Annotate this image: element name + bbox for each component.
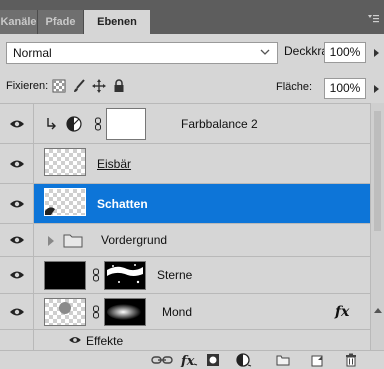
visibility-toggle[interactable] xyxy=(0,144,34,183)
visibility-toggle[interactable] xyxy=(0,104,34,143)
layer-name[interactable]: Vordergrund xyxy=(101,232,167,248)
layer-name[interactable]: Schatten xyxy=(97,196,148,212)
panel-menu-icon[interactable] xyxy=(366,12,380,26)
adjustment-icon xyxy=(66,116,82,135)
layers-list: Farbbalance 2 Eisbär Schatten Vordergrun… xyxy=(0,103,384,350)
add-mask-icon[interactable] xyxy=(206,353,220,367)
layer-name[interactable]: Eisbär xyxy=(97,156,131,172)
layer-row-sterne[interactable]: Sterne xyxy=(0,256,370,293)
layer-mask-thumbnail[interactable] xyxy=(104,261,146,290)
panel-tab-bar: Kanäle Pfade Ebenen xyxy=(0,0,384,34)
layer-thumbnail[interactable] xyxy=(44,188,86,216)
link-layers-icon[interactable] xyxy=(151,353,173,367)
folder-icon xyxy=(63,233,83,251)
clip-arrow-icon xyxy=(46,117,56,134)
layer-row-schatten[interactable]: Schatten xyxy=(0,183,370,223)
layer-row-eisbaer[interactable]: Eisbär xyxy=(0,143,370,183)
effects-label: Effekte xyxy=(86,334,124,348)
layer-mask-thumbnail[interactable] xyxy=(106,108,146,140)
layer-row-mond[interactable]: Mond fx xyxy=(0,293,370,329)
eye-icon xyxy=(10,236,24,244)
layer-name[interactable]: Farbbalance 2 xyxy=(181,116,258,132)
layer-effects-fx-badge[interactable]: fx xyxy=(335,304,349,320)
scrollbar-thumb[interactable] xyxy=(374,111,381,231)
eye-icon xyxy=(10,200,24,207)
visibility-toggle[interactable] xyxy=(0,294,34,329)
new-layer-icon[interactable] xyxy=(310,353,324,367)
tab-paths[interactable]: Pfade xyxy=(38,10,84,34)
fill-field[interactable]: 100% xyxy=(324,78,366,99)
eye-icon xyxy=(10,160,24,167)
tab-layers[interactable]: Ebenen xyxy=(84,10,150,34)
tab-channels[interactable]: Kanäle xyxy=(0,10,38,34)
eye-icon xyxy=(10,308,24,315)
lock-label: Fixieren: xyxy=(6,80,49,92)
chain-link-icon[interactable] xyxy=(92,305,100,319)
layer-effects-row[interactable]: Effekte xyxy=(0,329,370,350)
layer-name[interactable]: Mond xyxy=(162,304,192,320)
lock-brush-icon[interactable] xyxy=(72,79,86,93)
layer-name[interactable]: Sterne xyxy=(157,267,192,283)
fill-slider-arrow-icon[interactable] xyxy=(374,85,379,93)
scroll-up-arrow-icon[interactable] xyxy=(374,308,382,313)
new-adjustment-layer-icon[interactable] xyxy=(236,353,252,367)
opacity-slider-arrow-icon[interactable] xyxy=(374,49,379,57)
chevron-down-icon xyxy=(259,44,271,63)
blend-opacity-row: Normal Deckkraft: 100% xyxy=(0,34,384,70)
layer-mask-thumbnail[interactable] xyxy=(104,298,146,326)
visibility-toggle[interactable] xyxy=(0,184,34,223)
trash-icon[interactable] xyxy=(344,353,358,367)
eye-icon xyxy=(10,271,24,279)
layers-bottom-toolbar: fx xyxy=(0,350,384,369)
layer-style-fx-icon[interactable]: fx xyxy=(180,353,200,367)
chain-link-icon[interactable] xyxy=(94,117,102,131)
visibility-toggle[interactable] xyxy=(0,224,34,256)
opacity-field[interactable]: 100% xyxy=(324,42,366,63)
eye-icon xyxy=(10,120,24,127)
lock-fill-row: Fixieren: Fläche: 100% xyxy=(0,72,384,102)
visibility-toggle[interactable] xyxy=(0,257,34,293)
layer-thumbnail[interactable] xyxy=(44,261,86,290)
disclosure-triangle-icon[interactable] xyxy=(47,235,55,249)
new-group-folder-icon[interactable] xyxy=(276,353,290,367)
blend-mode-value: Normal xyxy=(13,46,52,60)
fill-label: Fläche: xyxy=(276,81,313,93)
eye-icon[interactable] xyxy=(68,335,82,345)
effects-visibility-cell xyxy=(0,330,34,350)
layer-row-farbbalance[interactable]: Farbbalance 2 xyxy=(0,103,370,143)
lock-transparency-icon[interactable] xyxy=(52,79,66,93)
lock-position-icon[interactable] xyxy=(92,79,106,93)
blend-mode-select[interactable]: Normal xyxy=(6,42,278,64)
lock-all-icon[interactable] xyxy=(112,79,126,93)
layer-row-vordergrund[interactable]: Vordergrund xyxy=(0,223,370,256)
layer-thumbnail[interactable] xyxy=(44,298,86,326)
layers-scrollbar[interactable] xyxy=(370,103,384,350)
svg-text:fx: fx xyxy=(180,354,195,367)
layer-thumbnail[interactable] xyxy=(44,148,86,176)
chain-link-icon[interactable] xyxy=(92,268,100,282)
